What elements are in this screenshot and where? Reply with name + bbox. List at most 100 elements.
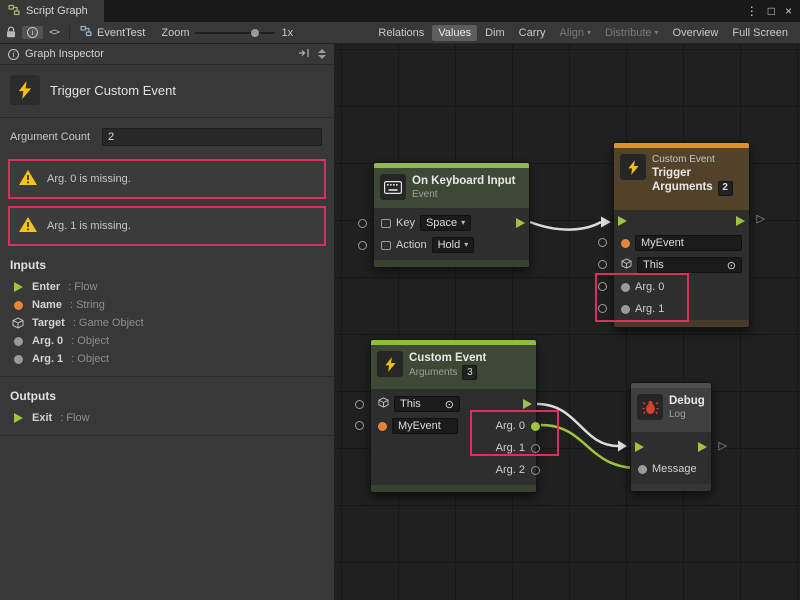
arg0-label: Arg. 0: [635, 281, 664, 293]
arg2-label: Arg. 2: [496, 464, 525, 476]
arg1-row: Arg. 1: [614, 298, 749, 320]
key-value: Space: [426, 217, 457, 229]
overview-button[interactable]: Overview: [667, 25, 725, 41]
lock-icon[interactable]: [6, 26, 16, 39]
action-input-port[interactable]: [358, 241, 367, 250]
wire-keyboard-to-trigger[interactable]: [530, 222, 601, 230]
target-field[interactable]: This ⊙: [637, 257, 742, 273]
dim-button[interactable]: Dim: [479, 25, 511, 41]
dropdown-caret-icon: ▾: [655, 29, 659, 37]
key-dropdown[interactable]: Space▾: [420, 215, 471, 231]
flow-out-port[interactable]: [523, 399, 532, 409]
target-picker-icon[interactable]: ⊙: [727, 259, 736, 272]
flow-port-icon: [12, 413, 24, 423]
align-dropdown[interactable]: Align▾: [554, 25, 597, 41]
flow-in-port[interactable]: [635, 442, 644, 452]
action-dropdown[interactable]: Hold▾: [432, 237, 475, 253]
action-icon: [381, 241, 391, 250]
unit-title-block: Trigger Custom Event: [0, 65, 334, 118]
cube-icon: [12, 317, 24, 329]
graph-asset[interactable]: EventTest: [80, 25, 145, 40]
target-input-port[interactable]: [598, 260, 607, 269]
event-name-input-port[interactable]: [598, 238, 607, 247]
inspector-toggle-button[interactable]: i: [22, 26, 43, 39]
maximize-icon[interactable]: □: [768, 4, 775, 18]
tab-script-graph[interactable]: Script Graph: [0, 0, 104, 22]
close-icon[interactable]: ×: [785, 4, 792, 18]
distribute-label: Distribute: [605, 27, 651, 39]
target-picker-icon[interactable]: ⊙: [445, 398, 454, 411]
graph-canvas[interactable]: On Keyboard Input Event Key Space▾: [335, 44, 800, 600]
output-item-exit: Exit : Flow: [0, 409, 334, 427]
argument-count-badge[interactable]: 2: [718, 181, 733, 196]
node-footer-strip: [631, 484, 711, 491]
outputs-header: Outputs: [0, 377, 334, 409]
node-footer-strip: [371, 485, 536, 492]
wire-event-to-debug[interactable]: [537, 404, 618, 446]
object-port-icon: [12, 355, 24, 364]
node-title: On Keyboard Input Event: [374, 168, 529, 208]
arg0-input-port[interactable]: [598, 282, 607, 291]
zoom-slider-handle[interactable]: [251, 29, 259, 37]
values-button[interactable]: Values: [432, 25, 477, 41]
graph-toolbar: i <> EventTest Zoom 1x Relations Values …: [0, 22, 800, 44]
key-input-port[interactable]: [358, 219, 367, 228]
event-name-field[interactable]: MyEvent: [635, 235, 742, 251]
message-input-port[interactable]: [638, 465, 647, 474]
string-port-icon: [12, 301, 24, 310]
carry-button[interactable]: Carry: [513, 25, 552, 41]
warning-text: Arg. 0 is missing.: [47, 173, 131, 185]
node-title: Debug Log: [631, 388, 711, 432]
node-debug-log[interactable]: Debug Log Message ▷: [630, 382, 712, 492]
node-trigger-custom-event[interactable]: Custom Event Trigger Arguments2 MyEvent: [613, 142, 750, 328]
key-label: Key: [396, 217, 415, 229]
object-port[interactable]: [621, 305, 630, 314]
node-footer-strip: [374, 260, 529, 267]
event-name-field[interactable]: MyEvent: [392, 418, 458, 434]
script-graph-icon: [8, 4, 20, 19]
node-custom-event[interactable]: Custom Event Arguments3 This⊙ MyEvent Ar…: [370, 339, 537, 493]
lightning-bolt-icon: [377, 351, 403, 377]
code-icon[interactable]: <>: [49, 27, 59, 38]
cube-icon: [378, 397, 389, 411]
arg1-label: Arg. 1: [496, 442, 525, 454]
object-port[interactable]: [621, 283, 630, 292]
argument-count-input[interactable]: [102, 128, 322, 146]
string-port[interactable]: [621, 239, 630, 248]
flow-out-port[interactable]: [736, 216, 745, 226]
arg1-label: Arg. 1: [635, 303, 664, 315]
target-field[interactable]: This⊙: [394, 396, 460, 412]
arg0-output-port[interactable]: [531, 422, 540, 431]
dock-icon[interactable]: [298, 48, 310, 61]
flow-out-port[interactable]: [698, 442, 707, 452]
arg1-output-port[interactable]: [531, 444, 540, 453]
message-label: Message: [652, 463, 697, 475]
event-name-input-port[interactable]: [355, 421, 364, 430]
flow-out-port[interactable]: [516, 218, 525, 228]
event-name-row: MyEvent Arg. 0: [371, 415, 536, 437]
node-title-text: On Keyboard Input: [412, 174, 516, 188]
menu-kebab-icon[interactable]: ⋮: [746, 4, 758, 18]
node-on-keyboard-input[interactable]: On Keyboard Input Event Key Space▾: [373, 162, 530, 268]
arg1-input-port[interactable]: [598, 304, 607, 313]
window-controls: ⋮ □ ×: [746, 0, 800, 22]
zoom-slider[interactable]: [195, 27, 275, 39]
argument-count-badge[interactable]: 3: [462, 365, 477, 380]
toolbar-right-group: Relations Values Dim Carry Align▾ Distri…: [372, 25, 794, 41]
relations-button[interactable]: Relations: [372, 25, 430, 41]
flow-in-port[interactable]: [618, 216, 627, 226]
full-screen-button[interactable]: Full Screen: [726, 25, 794, 41]
scroll-arrows-icon[interactable]: [318, 49, 326, 59]
distribute-dropdown[interactable]: Distribute ▾: [599, 25, 664, 41]
target-input-port[interactable]: [355, 400, 364, 409]
flow-continue-icon: ▷: [719, 441, 727, 452]
wire-arg0-to-message[interactable]: [541, 425, 638, 468]
action-label: Action: [396, 239, 427, 251]
input-item-enter: Enter : Flow: [0, 278, 334, 296]
graph-asset-name: EventTest: [97, 27, 145, 39]
string-port[interactable]: [378, 422, 387, 431]
target-value: This: [643, 259, 664, 271]
wire-arrowhead: [618, 441, 627, 452]
arg2-output-port[interactable]: [531, 466, 540, 475]
inputs-header: Inputs: [0, 246, 334, 278]
